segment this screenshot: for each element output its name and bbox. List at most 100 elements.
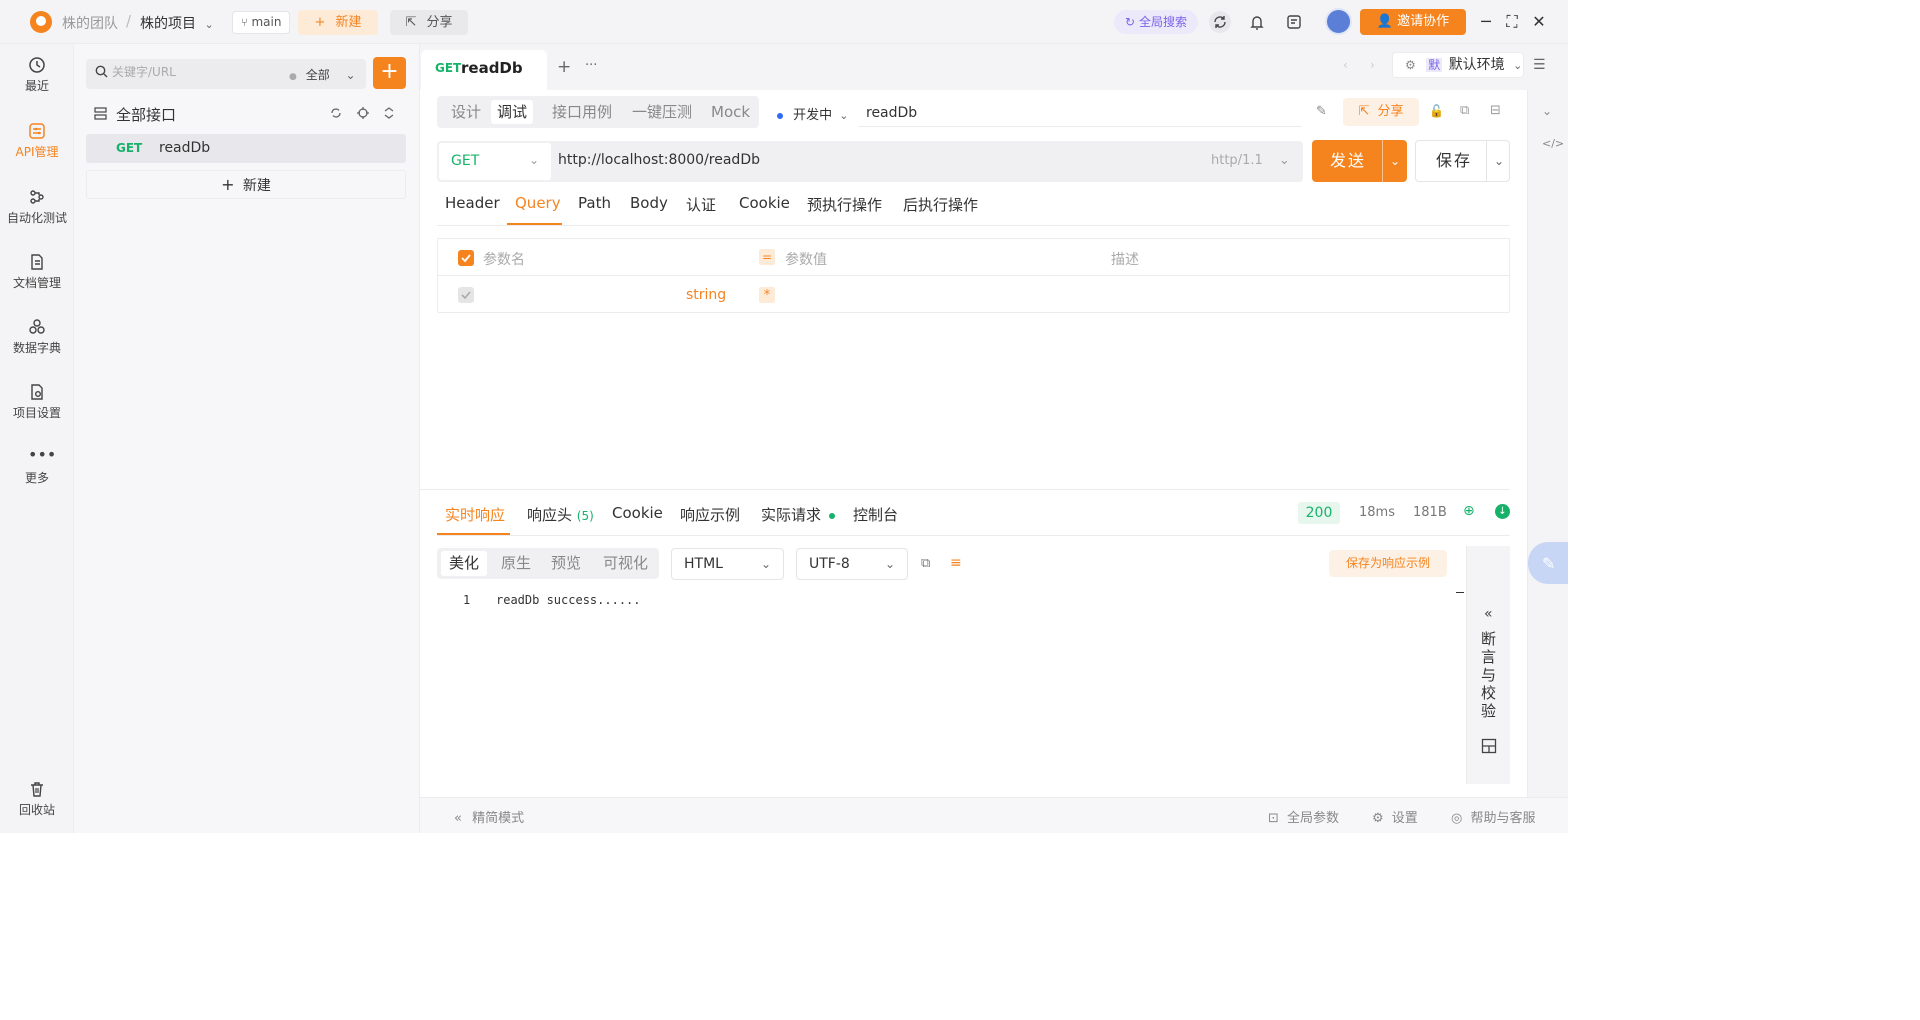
sync-icon[interactable] [1209,11,1231,33]
tab-live-response[interactable]: 实时响应 [445,504,505,525]
breadcrumb-project[interactable]: 株的项目 ⌄ [140,13,214,33]
search-input[interactable] [112,65,272,79]
help-icon: ◎ [1451,811,1463,826]
tab-post-script[interactable]: 后执行操作 [903,194,978,215]
breadcrumb-team[interactable]: 株的团队 [62,13,118,33]
save-as-example-button[interactable]: 保存为响应示例 [1329,550,1447,577]
collapse-expand-icon[interactable] [383,106,395,120]
send-button[interactable]: 发送 ⌄ [1312,140,1407,182]
global-params-button[interactable]: ⊡ 全局参数 [1268,807,1339,826]
required-badge[interactable]: * [759,287,775,303]
tab-response-cookie[interactable]: Cookie [612,504,663,522]
scrollbar[interactable] [1456,592,1464,593]
collapse-down-icon[interactable]: ⌄ [1542,104,1552,118]
new-button[interactable]: + 新建 [298,10,378,35]
share-button[interactable]: ⇱ 分享 [390,10,468,35]
tab-pre-script[interactable]: 预执行操作 [807,194,882,215]
locate-icon[interactable] [356,106,370,120]
mode-tab-design[interactable]: 设计 [445,100,487,124]
nav-project-settings[interactable]: 项目设置 [0,383,74,421]
help-button[interactable]: ◎ 帮助与客服 [1451,807,1536,826]
nav-data-dictionary[interactable]: 数据字典 [0,318,74,356]
assistant-bot-icon[interactable]: ✎ [1528,542,1568,584]
method-select[interactable]: GET ⌄ [439,143,551,180]
branch-selector[interactable]: ⑂ main [232,11,291,34]
tab-response-example[interactable]: 响应示例 [680,504,740,525]
globe-icon[interactable]: ⊕ [1463,503,1475,519]
settings-button[interactable]: ⚙ 设置 [1372,807,1418,826]
menu-icon[interactable]: ☰ [1533,57,1546,73]
select-all-checkbox[interactable] [458,250,474,266]
tab-query[interactable]: Query [515,194,561,212]
archive-icon[interactable]: ⊟ [1490,103,1501,118]
tab-path[interactable]: Path [578,194,611,212]
status-dropdown[interactable]: 开发中 ⌄ [777,104,849,123]
nav-trash[interactable]: 回收站 [0,780,74,818]
wrap-lines-icon[interactable]: ≡ [950,555,962,571]
format-select[interactable]: HTML ⌄ [671,548,784,580]
nav-documents[interactable]: 文档管理 [0,253,74,291]
avatar[interactable] [1325,8,1352,35]
add-endpoint-button[interactable]: + [373,57,406,89]
filter-dropdown[interactable]: ● 全部 ⌄ [289,66,356,83]
encoding-select[interactable]: UTF-8 ⌄ [796,548,908,580]
mode-tab-debug[interactable]: 调试 [491,100,534,124]
url-input[interactable]: http://localhost:8000/readDb [558,152,760,168]
tab-prev-icon[interactable]: ‹ [1343,58,1348,72]
nav-label: 项目设置 [12,406,61,420]
environment-selector[interactable]: ⚙ 默 默认环境 ⌄ [1392,52,1524,78]
global-search-button[interactable]: ↻ 全局搜索 [1114,10,1198,34]
tab-body[interactable]: Body [630,194,668,212]
mode-tab-cases[interactable]: 接口用例 [546,100,618,124]
notes-icon[interactable] [1283,11,1305,33]
bell-icon[interactable] [1246,11,1268,33]
maximize-icon[interactable]: ⛶ [1502,12,1522,32]
send-options-chevron-icon[interactable]: ⌄ [1390,140,1400,182]
tab-header[interactable]: Header [445,194,500,212]
share-api-button[interactable]: ⇱ 分享 [1343,98,1419,126]
nav-api-management[interactable]: API管理 [0,122,74,160]
row-checkbox[interactable] [458,287,474,303]
param-type[interactable]: string [686,287,726,303]
nav-automation[interactable]: 自动化测试 [0,188,74,226]
save-button[interactable]: 保存 ⌄ [1415,140,1510,182]
tab-response-headers[interactable]: 响应头 (5) [527,504,594,525]
nav-more[interactable]: ••• 更多 [0,447,74,486]
view-preview[interactable]: 预览 [543,551,589,576]
tab-actual-request[interactable]: 实际请求 [761,504,835,525]
close-icon[interactable]: ✕ [1529,12,1549,32]
tree-title[interactable]: 全部接口 [116,104,176,125]
view-pretty[interactable]: 美化 [441,551,488,576]
mode-tab-stress[interactable]: 一键压测 [626,100,698,124]
tree-item-readdb[interactable]: GET readDb [86,134,406,163]
tab-auth[interactable]: 认证 [686,194,716,215]
nav-recent[interactable]: 最近 [0,56,74,94]
http-version-select[interactable]: http/1.1 ⌄ [1211,153,1290,168]
download-icon[interactable]: ↓ [1495,504,1510,519]
refresh-icon[interactable] [329,106,343,120]
minimize-icon[interactable]: ─ [1476,12,1496,32]
api-name-input[interactable] [858,99,1302,127]
tab-more-icon[interactable]: ··· [585,58,597,73]
save-options-chevron-icon[interactable]: ⌄ [1494,141,1504,181]
invite-button[interactable]: 👤 邀请协作 [1360,9,1466,35]
lock-icon[interactable]: 🔓 [1429,104,1444,118]
tree-new-button[interactable]: + 新建 [86,170,406,199]
panel-divider[interactable] [420,489,1510,490]
copy-icon[interactable]: ⧉ [1460,103,1469,118]
tab-cookie[interactable]: Cookie [739,194,790,212]
tab-next-icon[interactable]: › [1370,58,1375,72]
tab-readdb[interactable]: GET readDb [421,50,547,90]
edit-icon[interactable]: ✎ [1316,104,1327,119]
assert-panel[interactable]: « 断言与校验 [1466,546,1510,784]
view-raw[interactable]: 原生 [493,551,539,576]
add-tab-icon[interactable]: + [557,57,571,77]
tab-console[interactable]: 控制台 [853,504,898,525]
code-icon[interactable]: </> [1542,137,1564,150]
layout-icon[interactable] [1481,738,1497,758]
response-body[interactable]: 1 readDb success...... [437,588,1464,784]
copy-icon[interactable]: ⧉ [921,556,930,571]
mode-tab-mock[interactable]: Mock [705,100,756,124]
view-visualize[interactable]: 可视化 [595,551,656,576]
compact-mode-toggle[interactable]: « 精简模式 [454,807,524,826]
